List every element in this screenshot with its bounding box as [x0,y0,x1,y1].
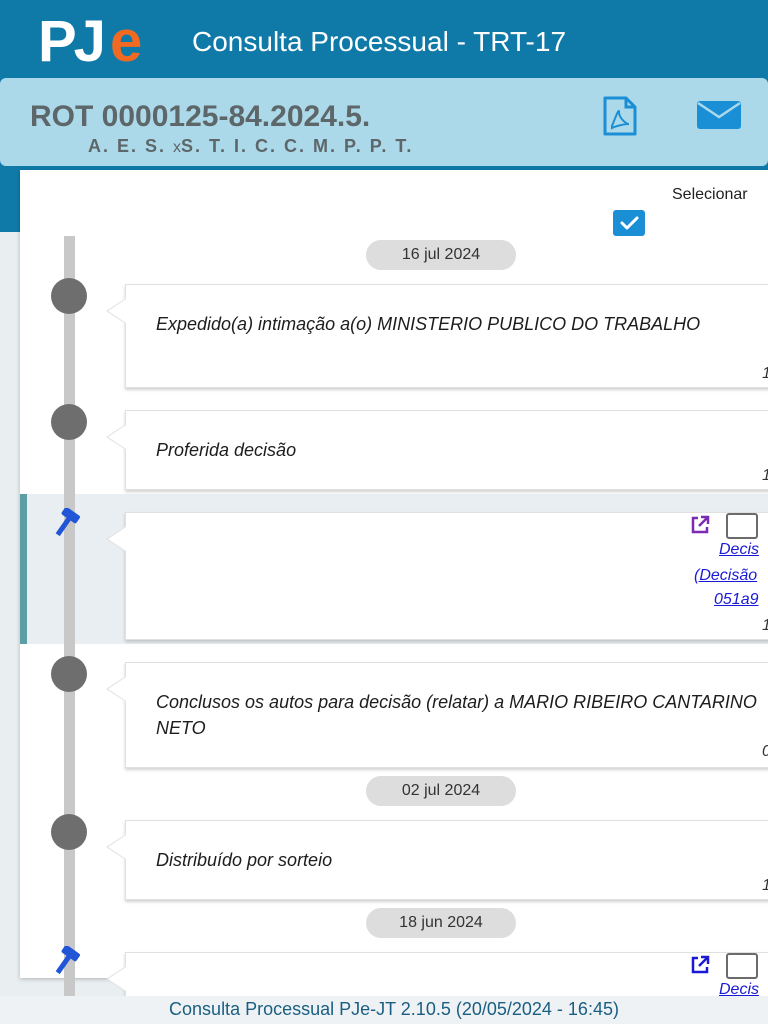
document-checkbox[interactable] [726,513,758,539]
pdf-file-icon [603,96,637,136]
checkmark-icon [620,216,639,230]
event-time: 1 [762,617,768,635]
process-header: ROT 0000125-84.2024.5. A. E. S. xS. T. I… [0,78,768,166]
event-text: Proferida decisão [156,440,297,460]
timeline-line [64,236,75,996]
open-external-icon[interactable] [690,955,710,975]
timeline-event[interactable]: Distribuído por sorteio 1 [106,820,768,900]
app-title: Consulta Processual - TRT-17 [192,26,567,57]
logo-pj: PJ [38,9,106,74]
event-text: Distribuído por sorteio [156,850,333,870]
page-background [0,232,20,1002]
logo-e: e [110,9,143,74]
gavel-icon [50,945,90,980]
process-parties: A. E. S. xS. T. I. C. C. M. P. P. T. [88,136,413,157]
event-text: Expedido(a) intimação a(o) MINISTERIO PU… [156,314,701,334]
date-pill: 18 jun 2024 [366,908,516,938]
timeline-node [51,814,87,850]
envelope-icon [697,101,741,129]
timeline-node [51,656,87,692]
timeline-event[interactable]: Expedido(a) intimação a(o) MINISTERIO PU… [106,284,768,388]
timeline-event[interactable]: Conclusos os autos para decisão (relatar… [106,662,768,768]
event-time: 1 [762,365,768,383]
process-number: ROT 0000125-84.2024.5. [30,100,371,133]
select-all-checkbox[interactable] [613,210,645,236]
document-link[interactable]: (Decisão [694,567,757,585]
event-time: 1 [762,877,768,895]
timeline-event[interactable]: Proferida decisão 1 [106,410,768,490]
date-pill: 16 jul 2024 [366,240,516,270]
date-pill: 02 jul 2024 [366,776,516,806]
timeline-event[interactable]: Decis (Decisão 051a9 1 [106,512,768,640]
highlight-indicator [20,494,27,644]
party-b: S. T. I. C. C. M. P. P. T. [181,136,414,156]
timeline-node [51,278,87,314]
send-email-button[interactable] [696,100,742,130]
gavel-icon [50,507,90,542]
event-text: Conclusos os autos para decisão (relatar… [156,692,757,738]
party-separator: x [173,139,182,156]
footer-version: Consulta Processual PJe-JT 2.10.5 (20/05… [0,996,768,1024]
pje-logo[interactable]: PJ e [38,9,168,74]
event-time: 1 [762,467,768,485]
document-link[interactable]: Decis [719,541,759,559]
document-checkbox[interactable] [726,953,758,979]
event-time: 0 [762,743,768,761]
timeline-node [51,404,87,440]
download-pdf-button[interactable] [602,96,638,136]
open-external-icon[interactable] [690,515,710,535]
party-a: A. E. S. [88,136,167,156]
select-label: Selecionar [672,186,748,203]
document-link[interactable]: 051a9 [714,591,759,609]
